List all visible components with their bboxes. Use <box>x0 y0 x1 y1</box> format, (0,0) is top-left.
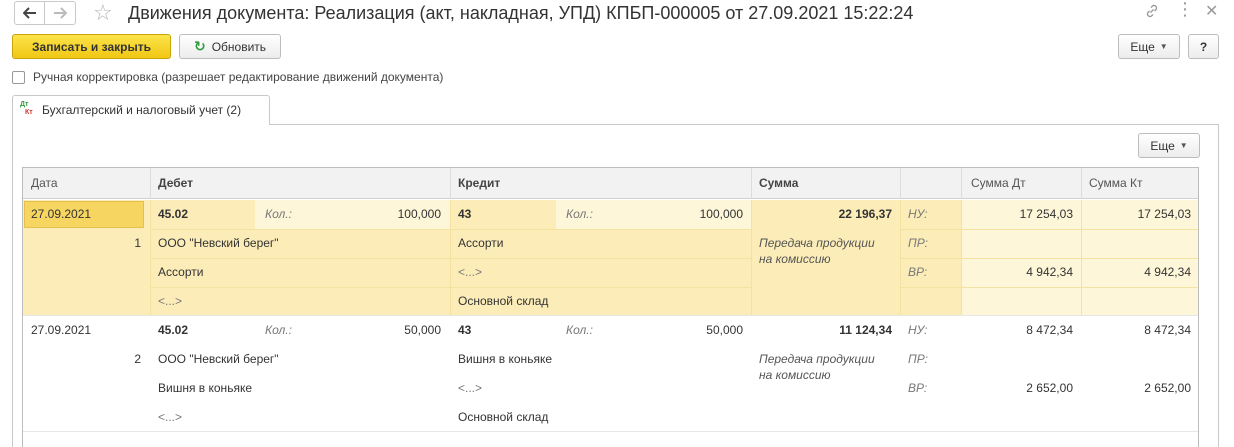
panel-border-right <box>1218 124 1219 447</box>
debit-account: 45.02 <box>158 323 189 337</box>
window-title: Движения документа: Реализация (акт, нак… <box>128 3 914 23</box>
pr-label: ПР: <box>908 352 928 366</box>
col-credit[interactable]: Кредит <box>458 176 500 190</box>
credit-subconto-3: Основной склад <box>458 410 549 424</box>
col-debit[interactable]: Дебет <box>158 176 193 190</box>
arrow-left-icon <box>22 7 36 19</box>
tab-accounting-label: Бухгалтерский и налоговый учет (2) <box>42 103 242 117</box>
dt-kt-icon: Дт Кт <box>20 101 33 116</box>
caret-down-icon: ▼ <box>1159 42 1168 51</box>
vr-sum-dt: 4 942,34 <box>1026 265 1073 279</box>
debit-qty-label: Кол.: <box>265 207 292 221</box>
debit-subconto-3: <...> <box>158 294 183 308</box>
credit-subconto-1: Ассорти <box>458 236 504 250</box>
help-button[interactable]: ? <box>1188 34 1219 59</box>
manual-edit-label[interactable]: Ручная корректировка (разрешает редактир… <box>33 70 443 84</box>
back-button[interactable] <box>14 1 45 25</box>
row-number: 1 <box>134 236 141 250</box>
nu-label: НУ: <box>908 207 928 221</box>
debit-subconto-2: Вишня в коньяке <box>158 381 252 395</box>
debit-subconto-2: Ассорти <box>158 265 204 279</box>
credit-qty: 100,000 <box>699 207 743 221</box>
arrow-right-icon <box>54 7 67 19</box>
save-and-close-button[interactable]: Записать и закрыть <box>12 34 171 59</box>
refresh-button[interactable]: ↻ Обновить <box>179 34 281 59</box>
credit-qty-label: Кол.: <box>566 207 593 221</box>
table-header: Дата Дебет Кредит Сумма Сумма Дт Сумма К… <box>23 168 1198 199</box>
credit-subconto-1: Вишня в коньяке <box>458 352 552 366</box>
table-more-button[interactable]: Еще ▼ <box>1138 133 1200 158</box>
close-icon[interactable]: ✕ <box>1205 3 1218 21</box>
nu-sum-dt: 17 254,03 <box>1019 207 1073 221</box>
entry-sum: 22 196,37 <box>838 207 892 221</box>
nu-sum-kt: 8 472,34 <box>1144 323 1191 337</box>
col-sum[interactable]: Сумма <box>759 176 798 190</box>
pr-label: ПР: <box>908 236 928 250</box>
refresh-icon: ↻ <box>193 38 206 54</box>
table-row[interactable]: 27.09.2021 1 45.02 Кол.: 100,000 ООО "Не… <box>23 200 1198 315</box>
debit-subconto-1: ООО "Невский берег" <box>158 236 279 250</box>
entry-content-line-2: на комиссию <box>759 252 831 266</box>
row-date: 27.09.2021 <box>31 323 92 337</box>
debit-subconto-1: ООО "Невский берег" <box>158 352 279 366</box>
credit-subconto-2: <...> <box>458 265 483 279</box>
link-icon[interactable] <box>1144 3 1160 23</box>
favorite-star-icon[interactable]: ☆ <box>93 0 113 26</box>
credit-subconto-2: <...> <box>458 381 483 395</box>
vr-label: ВР: <box>908 265 928 279</box>
debit-account: 45.02 <box>158 207 189 221</box>
entry-content-line-1: Передача продукции <box>759 352 875 366</box>
nu-sum-kt: 17 254,03 <box>1137 207 1191 221</box>
entry-sum: 11 124,34 <box>839 323 892 337</box>
credit-account: 43 <box>458 207 472 221</box>
credit-qty: 50,000 <box>706 323 743 337</box>
entries-table: Дата Дебет Кредит Сумма Сумма Дт Сумма К… <box>22 167 1199 447</box>
debit-qty-label: Кол.: <box>265 323 292 337</box>
nu-sum-dt: 8 472,34 <box>1026 323 1073 337</box>
vr-sum-kt: 4 942,34 <box>1144 265 1191 279</box>
entry-content-line-1: Передача продукции <box>759 236 875 250</box>
vr-sum-dt: 2 652,00 <box>1026 381 1073 395</box>
manual-edit-checkbox[interactable] <box>12 71 25 84</box>
credit-qty-label: Кол.: <box>566 323 593 337</box>
col-date[interactable]: Дата <box>31 176 58 190</box>
panel-border-left <box>12 124 13 447</box>
debit-subconto-3: <...> <box>158 410 183 424</box>
refresh-label: Обновить <box>211 39 267 54</box>
table-row[interactable]: 27.09.2021 2 45.02 Кол.: 50,000 ООО "Нев… <box>23 316 1198 431</box>
row-date: 27.09.2021 <box>31 207 92 221</box>
entry-content-line-2: на комиссию <box>759 368 831 382</box>
vr-label: ВР: <box>908 381 928 395</box>
debit-qty: 50,000 <box>404 323 441 337</box>
nu-label: НУ: <box>908 323 928 337</box>
debit-qty: 100,000 <box>397 207 441 221</box>
table-more-label: Еще <box>1150 138 1175 153</box>
col-sum-dt[interactable]: Сумма Дт <box>971 176 1026 190</box>
credit-account: 43 <box>458 323 472 337</box>
vr-sum-kt: 2 652,00 <box>1144 381 1191 395</box>
row-separator <box>23 431 1198 432</box>
forward-button[interactable] <box>45 1 76 25</box>
more-label: Еще <box>1130 39 1155 54</box>
more-button[interactable]: Еще ▼ <box>1118 34 1180 59</box>
col-sum-kt[interactable]: Сумма Кт <box>1089 176 1143 190</box>
caret-down-icon: ▼ <box>1179 141 1188 150</box>
row-number: 2 <box>134 352 141 366</box>
credit-subconto-3: Основной склад <box>458 294 549 308</box>
more-actions-icon[interactable]: ⋮ <box>1176 0 1194 18</box>
panel-border-top <box>269 124 1219 125</box>
